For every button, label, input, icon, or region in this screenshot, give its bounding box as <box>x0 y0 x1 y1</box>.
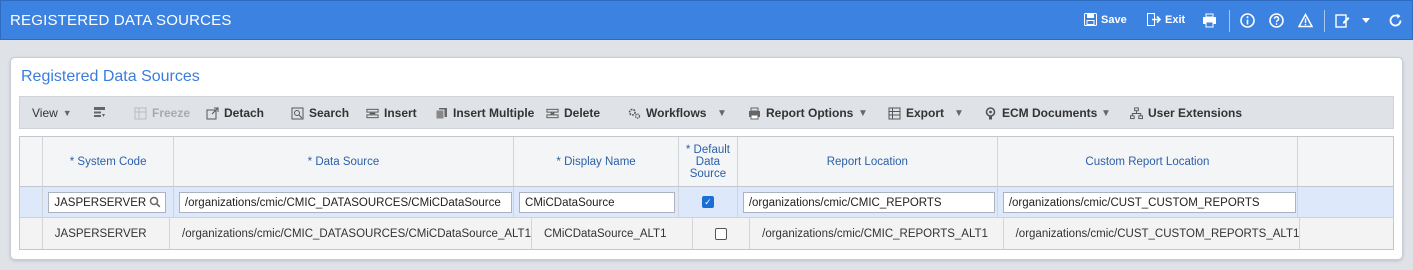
export-label: Export <box>906 106 945 120</box>
insert-icon <box>366 107 379 120</box>
custom-report-location-cell[interactable]: /organizations/cmic/CUST_CUSTOM_REPORTS_… <box>1004 218 1301 249</box>
registered-data-sources-panel: Registered Data Sources View ▼ Freeze De… <box>10 57 1403 260</box>
insert-multiple-icon <box>435 107 448 120</box>
workflows-label: Workflows <box>646 106 707 120</box>
freeze-button[interactable]: Freeze <box>134 106 190 120</box>
delete-icon <box>546 107 559 120</box>
search-label: Search <box>309 106 350 120</box>
search-button[interactable]: Search <box>291 106 349 120</box>
data-source-cell: /organizations/cmic/CMIC_DATASOURCES/CMi… <box>174 187 515 217</box>
warning-icon[interactable] <box>1297 12 1313 28</box>
delete-button[interactable]: Delete <box>546 106 600 120</box>
display-name-cell: CMiCDataSource <box>514 187 680 217</box>
report-options-menu[interactable]: Report Options <box>748 106 853 120</box>
row-selector[interactable] <box>20 187 44 217</box>
layout-icon <box>93 106 106 119</box>
detach-button[interactable]: Detach <box>206 106 264 120</box>
layout-button[interactable] <box>93 106 106 119</box>
table-header: * System Code * Data Source * Display Na… <box>20 137 1393 187</box>
chevron-down-icon[interactable] <box>1358 12 1374 28</box>
detach-icon <box>206 107 219 120</box>
toolbar-divider <box>1229 10 1230 32</box>
exit-label: Exit <box>1165 13 1186 26</box>
column-header-report-location[interactable]: Report Location <box>738 137 998 186</box>
report-options-label: Report Options <box>766 106 854 120</box>
insert-multiple-label: Insert Multiple <box>453 106 535 120</box>
report-location-cell[interactable]: /organizations/cmic/CMIC_REPORTS_ALT1 <box>750 218 1004 249</box>
default-data-source-checkbox[interactable]: ✓ <box>701 196 714 208</box>
default-data-source-cell <box>693 218 751 249</box>
view-menu[interactable]: View ▼ <box>32 106 72 120</box>
exit-button[interactable]: Exit <box>1147 13 1185 26</box>
hierarchy-icon <box>1130 106 1143 120</box>
column-header-custom-report-location[interactable]: Custom Report Location <box>998 137 1298 186</box>
system-code-cell[interactable]: JASPERSERVER <box>43 218 171 249</box>
insert-button[interactable]: Insert <box>366 106 417 120</box>
ecm-documents-menu[interactable]: ECM Documents <box>984 106 1097 120</box>
user-extensions-label: User Extensions <box>1148 106 1243 120</box>
table-row[interactable]: JASPERSERVER /organizations/cmic/CMIC_DA… <box>20 218 1393 249</box>
panel-title: Registered Data Sources <box>21 68 200 85</box>
search-icon[interactable] <box>149 196 161 211</box>
gear-icon <box>628 107 641 120</box>
row-selector-header <box>20 137 44 186</box>
freeze-label: Freeze <box>152 106 191 120</box>
column-header-filler <box>1298 137 1393 186</box>
column-header-default-data-source[interactable]: * Default Data Source <box>679 137 738 186</box>
edit-icon[interactable] <box>1334 12 1350 28</box>
page-title: REGISTERED DATA SOURCES <box>10 12 232 29</box>
delete-label: Delete <box>564 106 601 120</box>
row-selector[interactable] <box>20 218 43 249</box>
user-extensions-button[interactable]: User Extensions <box>1130 106 1242 120</box>
insert-label: Insert <box>384 106 417 120</box>
data-source-cell[interactable]: /organizations/cmic/CMIC_DATASOURCES/CMi… <box>170 218 532 249</box>
column-header-data-source[interactable]: * Data Source <box>174 137 515 186</box>
custom-report-location-input[interactable]: /organizations/cmic/CUST_CUSTOM_REPORTS <box>1002 192 1296 213</box>
row-filler <box>1298 187 1393 217</box>
display-name-cell[interactable]: CMiCDataSource_ALT1 <box>532 218 693 249</box>
report-location-cell: /organizations/cmic/CMIC_REPORTS <box>738 187 998 217</box>
info-icon[interactable] <box>1239 12 1255 28</box>
row-filler <box>1300 218 1393 249</box>
chevron-down-icon[interactable]: ▼ <box>954 108 964 119</box>
print-icon <box>748 107 761 120</box>
system-code-cell: JASPERSERVER <box>43 187 174 217</box>
table-row[interactable]: JASPERSERVER /organizations/cmic/CMIC_DA… <box>20 187 1393 218</box>
insert-multiple-button[interactable]: Insert Multiple <box>435 106 534 120</box>
export-menu[interactable]: Export <box>888 106 944 120</box>
ecm-icon <box>984 106 997 120</box>
display-name-input[interactable]: CMiCDataSource <box>519 192 676 213</box>
grid-toolbar: View ▼ Freeze Detach Search Insert Inser… <box>19 96 1394 129</box>
save-button[interactable]: Save <box>1084 13 1127 26</box>
default-data-source-checkbox[interactable] <box>714 227 727 240</box>
data-source-input[interactable]: /organizations/cmic/CMIC_DATASOURCES/CMi… <box>178 192 512 213</box>
custom-report-location-cell: /organizations/cmic/CUST_CUSTOM_REPORTS <box>998 187 1298 217</box>
freeze-icon <box>134 107 147 120</box>
refresh-icon[interactable] <box>1387 12 1403 28</box>
help-icon[interactable] <box>1268 12 1284 28</box>
chevron-down-icon[interactable]: ▼ <box>858 108 868 119</box>
search-icon <box>291 107 304 120</box>
print-icon[interactable] <box>1201 12 1217 28</box>
workflows-menu[interactable]: Workflows <box>628 106 706 120</box>
title-bar: REGISTERED DATA SOURCES Save Exit <box>0 0 1413 40</box>
toolbar-divider <box>1324 10 1325 32</box>
default-data-source-cell: ✓ <box>679 187 738 217</box>
column-header-display-name[interactable]: * Display Name <box>514 137 680 186</box>
save-icon <box>1084 13 1097 26</box>
report-location-input[interactable]: /organizations/cmic/CMIC_REPORTS <box>742 192 995 213</box>
data-sources-table: * System Code * Data Source * Display Na… <box>19 136 1394 250</box>
column-header-system-code[interactable]: * System Code <box>43 137 174 186</box>
exit-icon <box>1147 13 1161 26</box>
chevron-down-icon[interactable]: ▼ <box>1101 108 1111 119</box>
detach-label: Detach <box>224 106 265 120</box>
system-code-input[interactable]: JASPERSERVER <box>48 192 167 213</box>
export-icon <box>888 107 901 120</box>
ecm-documents-label: ECM Documents <box>1002 106 1098 120</box>
chevron-down-icon[interactable]: ▼ <box>717 108 727 119</box>
save-label: Save <box>1101 13 1127 26</box>
view-label: View <box>32 106 58 120</box>
chevron-down-icon: ▼ <box>62 108 72 118</box>
